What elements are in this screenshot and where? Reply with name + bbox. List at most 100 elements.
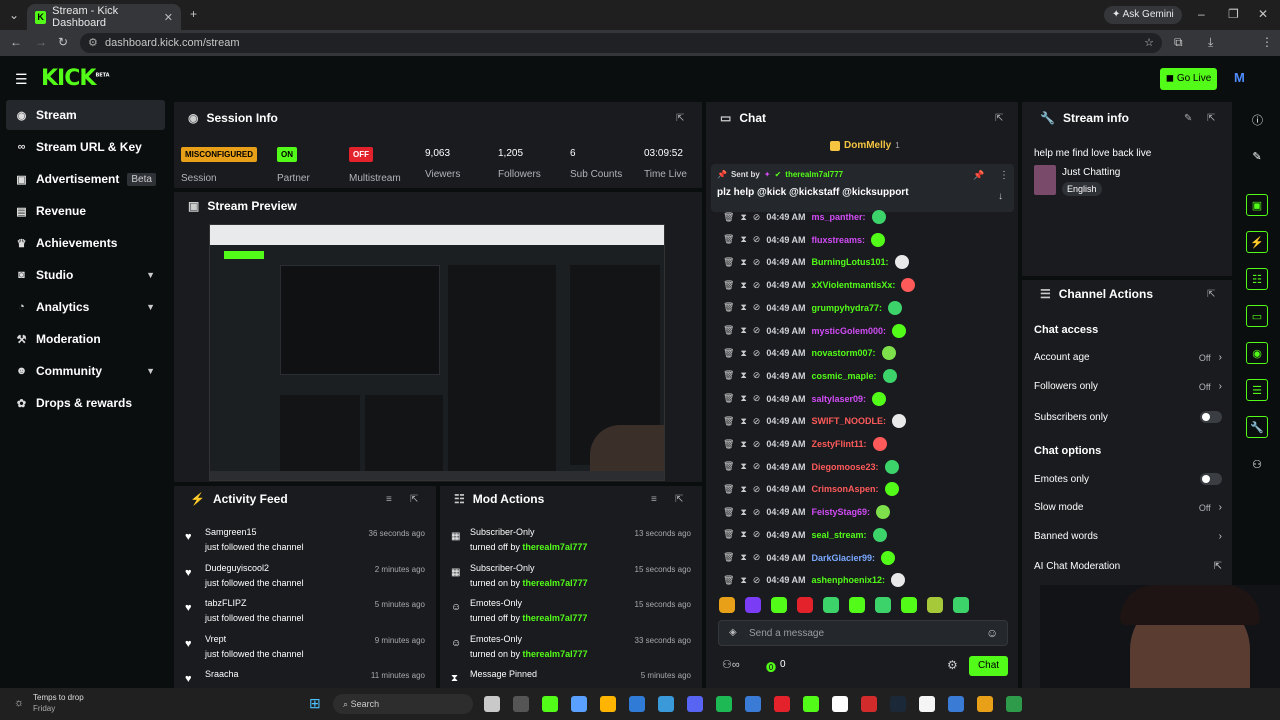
chat-username[interactable]: CrimsonAspen: xyxy=(812,484,879,494)
timeout-icon[interactable]: ⧗ xyxy=(740,280,746,291)
more-options-icon[interactable]: ⋮ xyxy=(999,170,1009,181)
top-gifter[interactable]: DomMelly 1 xyxy=(830,140,900,151)
ban-icon[interactable]: ⊘ xyxy=(753,575,761,586)
delete-message-icon[interactable]: 🗑 xyxy=(723,302,734,313)
weather-text[interactable]: Temps to drop xyxy=(33,693,84,702)
extensions-icon[interactable]: ⧉ xyxy=(1174,35,1183,50)
edit-pencil-icon[interactable]: ✎ xyxy=(1246,146,1268,168)
ai-moderation-row[interactable]: AI Chat Moderation ⇱ xyxy=(1034,561,1222,572)
ban-icon[interactable]: ⊘ xyxy=(753,439,761,450)
delete-message-icon[interactable]: 🗑 xyxy=(723,393,734,404)
emotes-only-toggle[interactable] xyxy=(1200,473,1222,485)
restore-icon[interactable]: ❐ xyxy=(1228,7,1239,21)
popout-icon[interactable]: ⇱ xyxy=(410,494,418,505)
sidebar-item-achievements[interactable]: ♛ Achievements xyxy=(6,228,165,258)
emote-picker-icon[interactable] xyxy=(953,597,969,613)
tab-search-icon[interactable]: ⌄ xyxy=(9,8,19,22)
chat-username[interactable]: seal_stream: xyxy=(812,530,867,540)
delete-message-icon[interactable]: 🗑 xyxy=(723,234,734,245)
ban-icon[interactable]: ⊘ xyxy=(753,393,761,404)
sidebar-item-revenue[interactable]: ▤ Revenue xyxy=(6,196,165,226)
emote-picker-icon[interactable] xyxy=(719,597,735,613)
unpin-icon[interactable]: 📌 xyxy=(973,170,984,181)
chat-username[interactable]: mysticGolem000: xyxy=(812,326,887,336)
chat-username[interactable]: novastorm007: xyxy=(812,348,876,358)
popout-icon[interactable]: ⇱ xyxy=(675,494,683,505)
delete-message-icon[interactable]: 🗑 xyxy=(723,416,734,427)
ban-icon[interactable]: ⊘ xyxy=(753,302,761,313)
collapse-arrow-icon[interactable]: ↓ xyxy=(998,191,1003,202)
taskbar-app-icon[interactable] xyxy=(861,696,877,712)
delete-message-icon[interactable]: 🗑 xyxy=(723,552,734,563)
taskbar-app-icon[interactable] xyxy=(571,696,587,712)
ban-icon[interactable]: ⊘ xyxy=(753,416,761,427)
timeout-icon[interactable]: ⧗ xyxy=(740,393,746,404)
forward-icon[interactable]: → xyxy=(35,35,47,49)
taskbar-app-icon[interactable] xyxy=(716,696,732,712)
hamburger-menu-icon[interactable]: ☰ xyxy=(15,71,28,88)
chat-username[interactable]: ashenphoenix12: xyxy=(812,575,886,585)
signal-icon[interactable]: ◉ xyxy=(1246,342,1268,364)
stream-preview-video[interactable] xyxy=(209,224,665,481)
sidebar-item-community[interactable]: ☻ Community ▼ xyxy=(6,356,165,386)
list-icon[interactable]: ☷ xyxy=(1246,268,1268,290)
ban-icon[interactable]: ⊘ xyxy=(753,280,761,291)
ban-icon[interactable]: ⊘ xyxy=(753,325,761,336)
sidebar-item-analytics[interactable]: ◔ Analytics ▼ xyxy=(6,292,165,322)
popout-icon[interactable]: ⇱ xyxy=(995,113,1003,124)
chat-username[interactable]: ZestyFlint11: xyxy=(812,439,867,449)
chat-send-button[interactable]: Chat xyxy=(969,656,1008,676)
delete-message-icon[interactable]: 🗑 xyxy=(723,507,734,518)
timeout-icon[interactable]: ⧗ xyxy=(740,552,746,563)
delete-message-icon[interactable]: 🗑 xyxy=(723,280,734,291)
taskbar-app-icon[interactable] xyxy=(890,696,906,712)
chat-username[interactable]: Diegomoose23: xyxy=(812,462,879,472)
timeout-icon[interactable]: ⧗ xyxy=(740,416,746,427)
taskbar-app-icon[interactable] xyxy=(513,696,529,712)
taskbar-app-icon[interactable] xyxy=(977,696,993,712)
mod-action-user[interactable]: therealm7al777 xyxy=(523,649,588,659)
site-info-icon[interactable]: ⚙ xyxy=(88,33,98,53)
timeout-icon[interactable]: ⧗ xyxy=(740,507,746,518)
user-avatar[interactable]: M xyxy=(1234,70,1245,85)
kick-logo[interactable]: KICKBETA xyxy=(41,66,110,91)
follower-name[interactable]: tabzFLIPZ xyxy=(205,598,247,608)
delete-message-icon[interactable]: 🗑 xyxy=(723,484,734,495)
edit-pencil-icon[interactable]: ✎ xyxy=(1184,113,1192,124)
taskbar-app-icon[interactable] xyxy=(774,696,790,712)
ban-icon[interactable]: ⊘ xyxy=(753,234,761,245)
browser-menu-icon[interactable]: ⋮ xyxy=(1261,35,1273,49)
mod-action-user[interactable]: therealm7al777 xyxy=(522,542,587,552)
sidebar-item-stream[interactable]: ◉ Stream xyxy=(6,100,165,130)
timeout-icon[interactable]: ⧗ xyxy=(740,234,746,245)
back-icon[interactable]: ← xyxy=(10,35,22,49)
reload-icon[interactable]: ↻ xyxy=(58,35,68,49)
follower-name[interactable]: Dudeguyiscool2 xyxy=(205,563,269,573)
delete-message-icon[interactable]: 🗑 xyxy=(723,439,734,450)
chat-username[interactable]: ms_panther: xyxy=(812,212,866,222)
bolt-icon[interactable]: ⚡ xyxy=(1246,231,1268,253)
timeout-icon[interactable]: ⧗ xyxy=(740,484,746,495)
ask-gemini-button[interactable]: ✦ Ask Gemini xyxy=(1104,6,1182,24)
delete-message-icon[interactable]: 🗑 xyxy=(723,325,734,336)
emote-picker-icon[interactable] xyxy=(771,597,787,613)
timeout-icon[interactable]: ⧗ xyxy=(740,575,746,586)
emote-picker-icon[interactable] xyxy=(823,597,839,613)
timeout-icon[interactable]: ⧗ xyxy=(740,439,746,450)
server-icon[interactable]: ☰ xyxy=(1246,379,1268,401)
windows-start-icon[interactable]: ⊞ xyxy=(309,695,321,712)
info-icon[interactable]: ⓘ xyxy=(1252,112,1263,128)
popout-icon[interactable]: ⇱ xyxy=(676,113,684,124)
taskbar-search[interactable]: ⌕ Search xyxy=(333,694,473,714)
followers-only-row[interactable]: Followers only Off › xyxy=(1034,381,1222,392)
sidebar-item-stream-url-key[interactable]: ∞ Stream URL & Key xyxy=(6,132,165,162)
layout-icon[interactable]: ⚇ xyxy=(1246,454,1268,476)
delete-message-icon[interactable]: 🗑 xyxy=(723,575,734,586)
chat-bubble-icon[interactable]: ▭ xyxy=(1246,305,1268,327)
popout-icon[interactable]: ⇱ xyxy=(1207,113,1215,124)
follower-name[interactable]: Samgreen15 xyxy=(205,527,257,537)
account-age-row[interactable]: Account age Off › xyxy=(1034,352,1222,363)
follower-name[interactable]: Vrept xyxy=(205,634,226,644)
taskbar-app-icon[interactable] xyxy=(832,696,848,712)
timeout-icon[interactable]: ⧗ xyxy=(740,529,746,540)
